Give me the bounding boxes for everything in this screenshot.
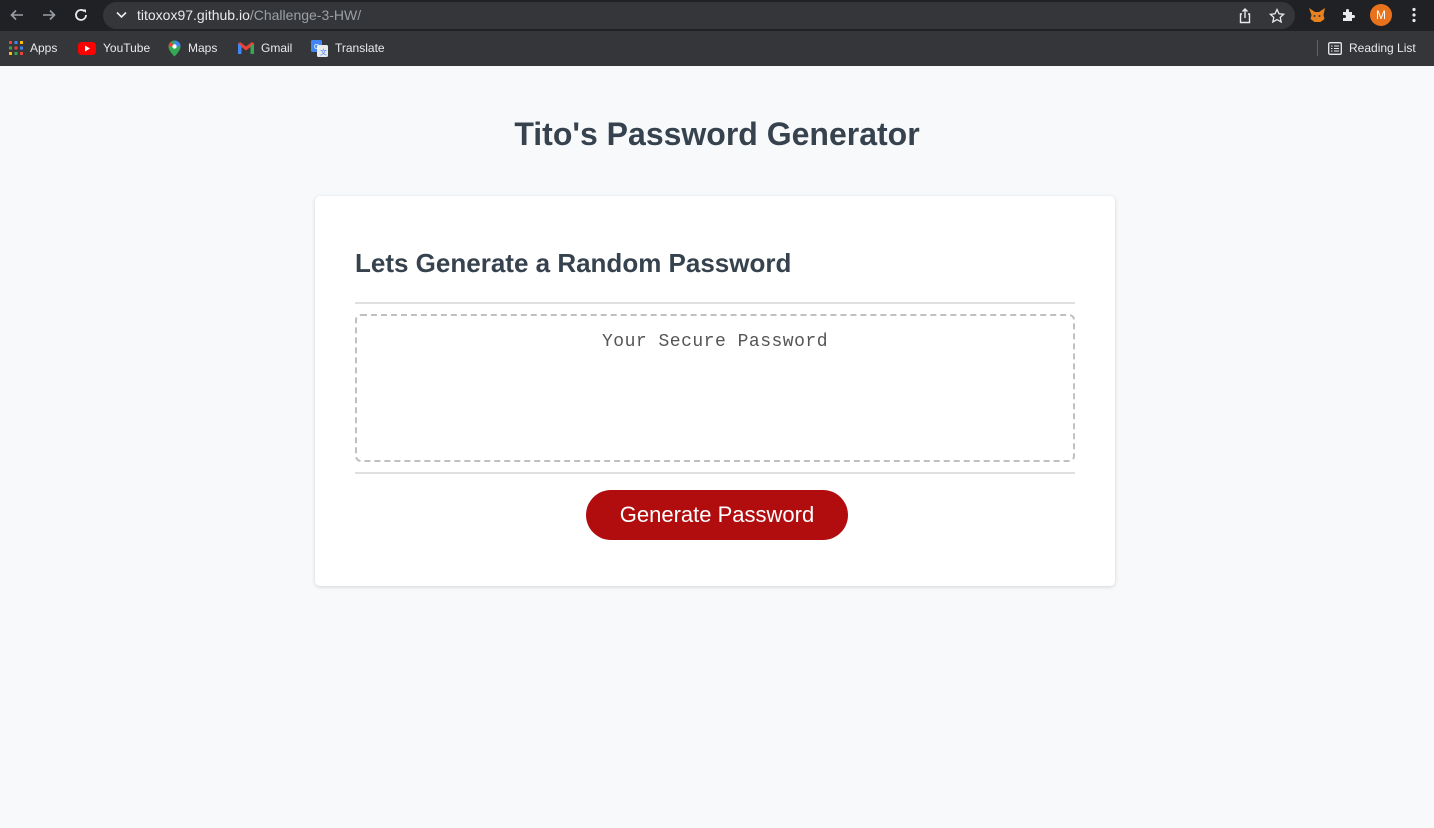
page-viewport: Tito's Password Generator Lets Generate … xyxy=(0,66,1434,828)
bookmark-label: Gmail xyxy=(261,41,293,55)
page-title: Tito's Password Generator xyxy=(514,116,920,152)
forward-arrow-icon xyxy=(43,9,56,21)
bookmark-youtube[interactable]: YouTube xyxy=(78,39,150,57)
metamask-extension-icon[interactable] xyxy=(1305,3,1329,27)
card-heading: Lets Generate a Random Password xyxy=(355,248,792,278)
bookmark-gmail[interactable]: Gmail xyxy=(238,39,292,57)
bookmark-maps[interactable]: Maps xyxy=(168,39,217,57)
forward-button[interactable] xyxy=(37,4,61,26)
url-path: /Challenge-3-HW/ xyxy=(249,7,362,23)
bookmark-label: Apps xyxy=(30,41,58,55)
chevron-down-icon[interactable] xyxy=(113,6,129,24)
youtube-icon xyxy=(78,41,96,55)
address-bar[interactable]: titoxox97.github.io/Challenge-3-HW/ xyxy=(103,2,1295,29)
bookmark-label: Translate xyxy=(335,41,385,55)
maps-icon xyxy=(168,40,181,56)
reload-icon xyxy=(75,9,87,21)
back-arrow-icon xyxy=(10,9,23,21)
generate-password-button[interactable]: Generate Password xyxy=(586,490,848,540)
svg-text:G: G xyxy=(314,44,319,51)
bookmark-translate[interactable]: G文 Translate xyxy=(311,39,385,57)
password-output[interactable] xyxy=(355,314,1075,462)
bookmark-star-icon[interactable] xyxy=(1267,6,1287,26)
bookmark-label: YouTube xyxy=(103,41,151,55)
url-text[interactable]: titoxox97.github.io/Challenge-3-HW/ xyxy=(137,7,361,23)
bookmark-apps[interactable]: Apps xyxy=(9,39,57,57)
password-card: Lets Generate a Random Password Generate… xyxy=(315,196,1115,586)
browser-toolbar: titoxox97.github.io/Challenge-3-HW/ M xyxy=(0,0,1434,31)
card-divider-top xyxy=(355,302,1075,304)
browser-chrome: titoxox97.github.io/Challenge-3-HW/ M Ap… xyxy=(0,0,1434,66)
bookmarks-bar: Apps YouTube Maps Gmail G文 Translate Rea… xyxy=(0,31,1434,66)
share-icon[interactable] xyxy=(1235,6,1255,26)
browser-menu-icon[interactable] xyxy=(1404,4,1424,26)
reading-list-icon xyxy=(1328,41,1342,55)
profile-avatar[interactable]: M xyxy=(1370,4,1392,26)
bookmarks-divider xyxy=(1317,40,1318,56)
bookmark-label: Maps xyxy=(188,41,218,55)
url-host: titoxox97.github.io xyxy=(137,7,250,23)
card-divider-bottom xyxy=(355,472,1075,474)
translate-icon: G文 xyxy=(311,39,328,57)
apps-grid-icon xyxy=(9,41,23,55)
reload-button[interactable] xyxy=(69,4,93,26)
gmail-icon xyxy=(238,42,254,54)
back-button[interactable] xyxy=(5,4,29,26)
reading-list-button[interactable]: Reading List xyxy=(1328,39,1416,57)
extensions-puzzle-icon[interactable] xyxy=(1337,3,1361,27)
svg-text:文: 文 xyxy=(320,47,327,56)
reading-list-label: Reading List xyxy=(1349,41,1416,55)
